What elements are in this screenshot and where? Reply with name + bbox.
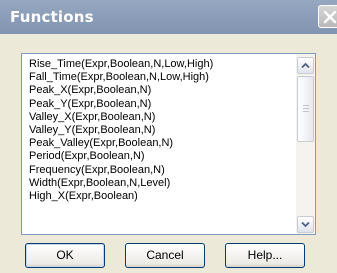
list-item[interactable]: High_X(Expr,Boolean): [22, 190, 296, 203]
vertical-scrollbar[interactable]: [296, 54, 315, 234]
list-item[interactable]: Width(Expr,Boolean,N,Level): [22, 177, 296, 190]
thumb-grip-line: [303, 111, 309, 112]
list-item[interactable]: Peak_X(Expr,Boolean,N): [22, 84, 296, 97]
close-button[interactable]: [318, 5, 337, 28]
list-item[interactable]: Peak_Valley(Expr,Boolean,N): [22, 137, 296, 150]
dialog-title: Functions: [10, 8, 94, 26]
list-item[interactable]: Peak_Y(Expr,Boolean,N): [22, 98, 296, 111]
functions-list: Rise_Time(Expr,Boolean,N,Low,High) Fall_…: [22, 54, 296, 234]
arrow-up-icon: [301, 62, 310, 69]
functions-dialog: Functions Rise_Time(Expr,Boolean,N,Low,H…: [0, 0, 337, 273]
list-item[interactable]: Valley_X(Expr,Boolean,N): [22, 111, 296, 124]
ok-button[interactable]: OK: [25, 243, 105, 268]
list-item[interactable]: Frequency(Expr,Boolean,N): [22, 164, 296, 177]
list-item[interactable]: Valley_Y(Expr,Boolean,N): [22, 124, 296, 137]
thumb-grip-line: [303, 108, 309, 109]
close-icon: [323, 10, 337, 24]
list-item[interactable]: Period(Expr,Boolean,N): [22, 150, 296, 163]
arrow-down-icon: [301, 221, 310, 228]
list-item[interactable]: Fall_Time(Expr,Boolean,N,Low,High): [22, 71, 296, 84]
help-button[interactable]: Help...: [225, 243, 305, 268]
title-bar[interactable]: Functions: [0, 0, 337, 34]
scroll-up-button[interactable]: [297, 57, 314, 74]
scroll-thumb[interactable]: [297, 76, 314, 142]
thumb-grip-line: [303, 105, 309, 106]
scroll-down-button[interactable]: [297, 216, 314, 233]
cancel-button[interactable]: Cancel: [125, 243, 205, 268]
functions-listbox[interactable]: Rise_Time(Expr,Boolean,N,Low,High) Fall_…: [21, 53, 316, 235]
list-item[interactable]: Rise_Time(Expr,Boolean,N,Low,High): [22, 58, 296, 71]
